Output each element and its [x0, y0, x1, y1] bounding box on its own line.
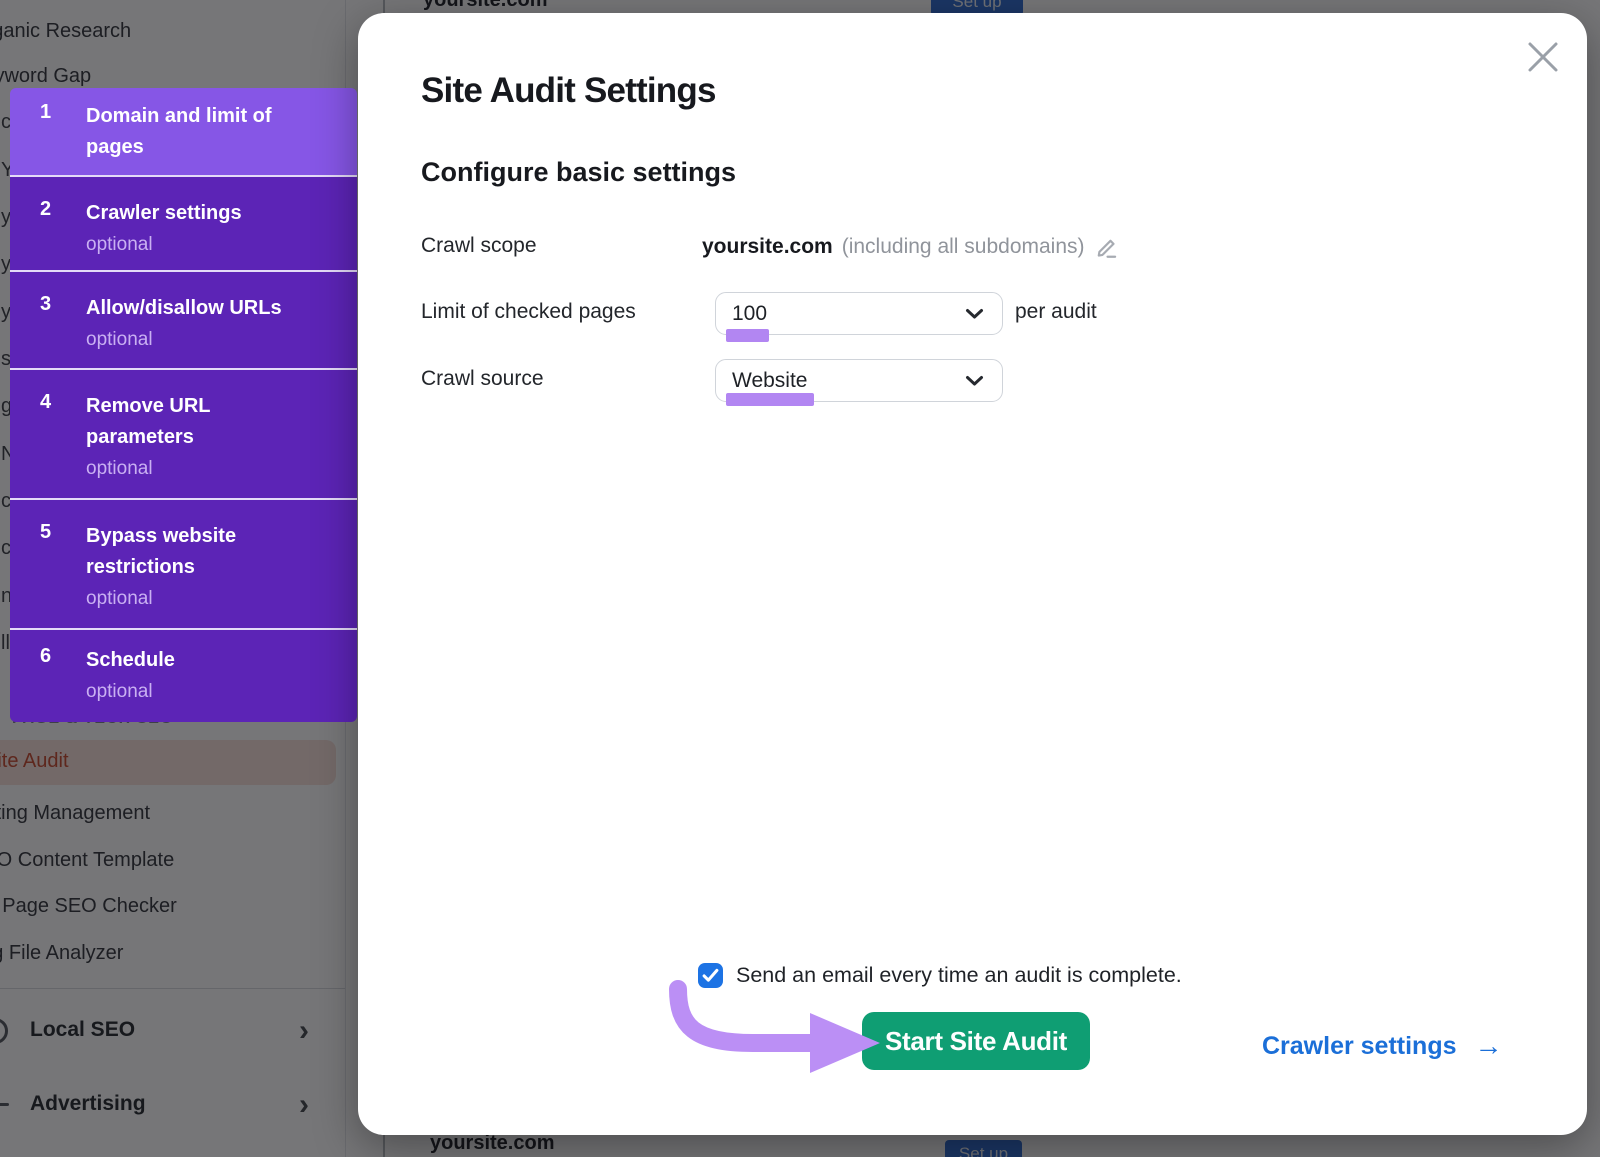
limit-pages-value: 100	[732, 302, 965, 326]
annotation-highlight-bar	[726, 393, 814, 406]
annotation-highlight-bar	[726, 329, 769, 342]
per-audit-suffix: per audit	[1015, 300, 1097, 324]
step-number: 2	[40, 198, 51, 221]
audit-steps-panel: 1 Domain and limit of pages 2 Crawler se…	[10, 88, 357, 722]
step-bypass-website-restrictions[interactable]: 5 Bypass website restrictions optional	[10, 498, 357, 628]
step-schedule[interactable]: 6 Schedule optional	[10, 628, 357, 722]
crawl-source-label: Crawl source	[421, 367, 544, 391]
start-site-audit-button[interactable]: Start Site Audit	[862, 1012, 1090, 1070]
crawl-scope-value: yoursite.com (including all subdomains)	[702, 234, 1120, 260]
step-number: 6	[40, 645, 51, 668]
step-optional-tag: optional	[86, 456, 311, 482]
step-allow-disallow-urls[interactable]: 3 Allow/disallow URLs optional	[10, 270, 357, 368]
email-checkbox-label[interactable]: Send an email every time an audit is com…	[736, 963, 1182, 988]
step-number: 4	[40, 391, 51, 414]
close-button[interactable]	[1524, 39, 1562, 77]
step-number: 1	[40, 101, 51, 124]
step-optional-tag: optional	[86, 232, 311, 258]
step-title: Bypass website restrictions	[86, 521, 311, 583]
arrow-right-icon: →	[1475, 1030, 1503, 1062]
step-optional-tag: optional	[86, 586, 311, 612]
limit-pages-label: Limit of checked pages	[421, 300, 636, 324]
step-title: Remove URL parameters	[86, 391, 311, 453]
step-title: Schedule	[86, 645, 311, 676]
site-audit-settings-screen: Organic Research Keyword Gap c Y y y y s…	[0, 0, 1600, 1157]
modal-title: Site Audit Settings	[421, 71, 716, 111]
step-optional-tag: optional	[86, 679, 311, 705]
pencil-edit-icon	[1094, 234, 1120, 260]
crawler-settings-label: Crawler settings	[1262, 1032, 1457, 1061]
chevron-down-icon	[965, 375, 984, 387]
step-crawler-settings[interactable]: 2 Crawler settings optional	[10, 175, 357, 270]
step-domain-and-limit[interactable]: 1 Domain and limit of pages	[10, 88, 357, 175]
close-icon	[1526, 40, 1560, 74]
start-site-audit-label: Start Site Audit	[885, 1026, 1067, 1057]
crawl-scope-note: (including all subdomains)	[842, 235, 1085, 259]
chevron-down-icon	[965, 308, 984, 320]
crawler-settings-link[interactable]: Crawler settings →	[1262, 1030, 1503, 1062]
step-number: 5	[40, 521, 51, 544]
edit-scope-button[interactable]	[1094, 234, 1120, 260]
step-remove-url-parameters[interactable]: 4 Remove URL parameters optional	[10, 368, 357, 498]
site-audit-settings-modal: Site Audit Settings Configure basic sett…	[358, 13, 1587, 1135]
step-title: Crawler settings	[86, 198, 311, 229]
step-title: Domain and limit of pages	[86, 101, 311, 163]
email-checkbox[interactable]	[698, 963, 723, 988]
section-title: Configure basic settings	[421, 157, 736, 188]
step-title: Allow/disallow URLs	[86, 293, 311, 324]
step-number: 3	[40, 293, 51, 316]
crawl-scope-label: Crawl scope	[421, 234, 537, 258]
step-optional-tag: optional	[86, 327, 311, 353]
checkmark-icon	[702, 968, 719, 983]
crawl-scope-domain: yoursite.com	[702, 235, 833, 259]
crawl-source-value: Website	[732, 369, 965, 393]
